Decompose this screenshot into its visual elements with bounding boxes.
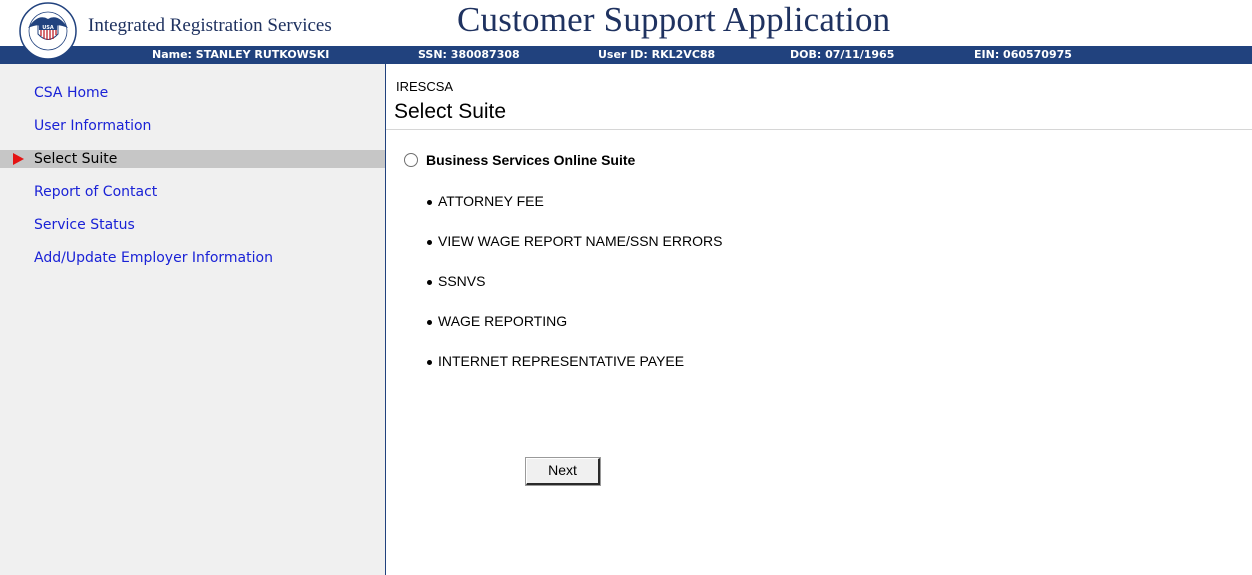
user-info-bar: Name: STANLEY RUTKOWSKI SSN: 380087308 U… [0, 46, 1252, 64]
suite-radio[interactable] [404, 153, 418, 167]
service-label: VIEW WAGE REPORT NAME/SSN ERRORS [438, 233, 723, 249]
user-ein: EIN: 060570975 [974, 48, 1072, 61]
service-label: ATTORNEY FEE [438, 193, 544, 209]
sidebar-item-select-suite[interactable]: Select Suite [0, 150, 385, 168]
sidebar-item-label: User Information [34, 118, 152, 134]
user-dob: DOB: 07/11/1965 [790, 48, 895, 61]
bullet-icon [427, 200, 432, 205]
sidebar-item-label: Service Status [34, 217, 135, 233]
sidebar-item-csa-home[interactable]: CSA Home [0, 84, 385, 102]
svg-text:USA: USA [42, 25, 54, 31]
app-code: IRESCSA [396, 79, 454, 94]
org-title: Integrated Registration Services [88, 15, 332, 36]
sidebar-item-label: Select Suite [34, 151, 118, 167]
service-label: INTERNET REPRESENTATIVE PAYEE [438, 353, 685, 369]
next-button[interactable]: Next [525, 457, 601, 486]
ssa-seal-icon: USA [19, 2, 77, 60]
sidebar-item-label: CSA Home [34, 85, 109, 101]
sidebar-item-user-information[interactable]: User Information [0, 117, 385, 135]
bullet-icon [427, 280, 432, 285]
sidebar-item-report-of-contact[interactable]: Report of Contact [0, 183, 385, 201]
service-label: WAGE REPORTING [438, 313, 568, 329]
user-ssn: SSN: 380087308 [418, 48, 520, 61]
service-label: SSNVS [438, 273, 486, 289]
suite-label: Business Services Online Suite [426, 152, 636, 168]
bullet-icon [427, 360, 432, 365]
user-id: User ID: RKL2VC88 [598, 48, 716, 61]
bullet-icon [427, 320, 432, 325]
sidebar-item-add-update-employer[interactable]: Add/Update Employer Information [0, 249, 385, 267]
sidebar-item-label: Add/Update Employer Information [34, 250, 273, 266]
sidebar-item-service-status[interactable]: Service Status [0, 216, 385, 234]
sidebar-item-label: Report of Contact [34, 184, 158, 200]
bullet-icon [427, 240, 432, 245]
page-title: Select Suite [394, 100, 507, 123]
sidebar-nav: CSA Home User Information Select Suite R… [0, 64, 386, 575]
title-divider [386, 129, 1252, 130]
app-title: Customer Support Application [457, 0, 891, 39]
user-name: Name: STANLEY RUTKOWSKI [152, 48, 330, 61]
red-arrow-icon [13, 153, 24, 165]
header: USA Integrated Registration Services Cus… [0, 0, 1252, 60]
main-content: IRESCSA Select Suite Business Services O… [386, 64, 1252, 575]
